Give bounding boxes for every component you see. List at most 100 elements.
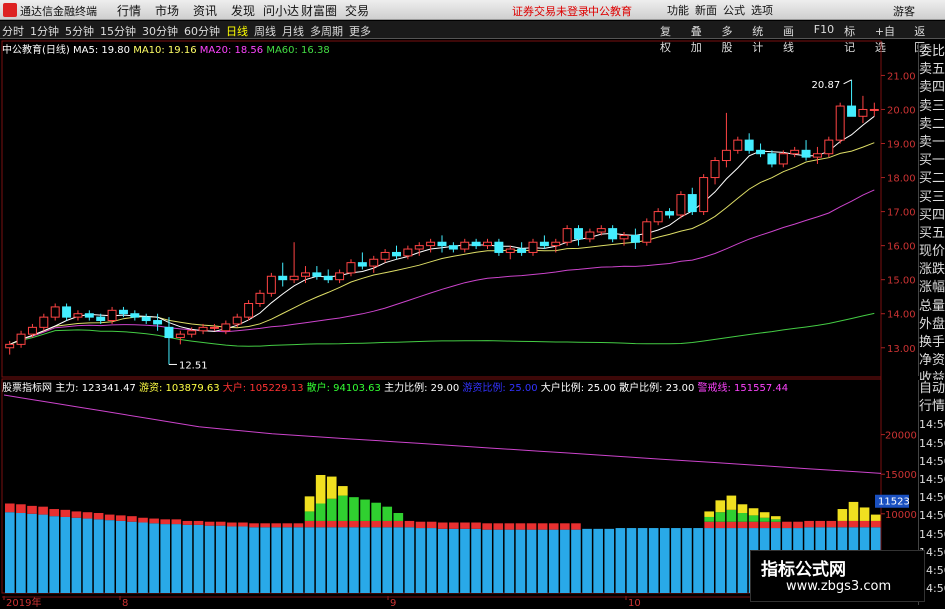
candle-body-30 <box>346 262 356 274</box>
side-label-1[interactable]: 卖五 <box>919 61 945 79</box>
candle-body-4 <box>50 306 60 318</box>
side-label-16[interactable]: 换手 <box>919 334 945 352</box>
bar-big-67 <box>748 521 759 529</box>
bar-main-26 <box>293 527 304 593</box>
side-label-17[interactable]: 净资 <box>919 352 945 370</box>
high-pointer <box>843 79 852 85</box>
bar-big-63 <box>704 521 714 529</box>
bar-main-41 <box>460 528 470 593</box>
side-label-13[interactable]: 涨幅 <box>919 279 945 297</box>
side-label-2[interactable]: 卖四 <box>919 79 945 97</box>
side-time-5: 14:50 <box>919 509 945 523</box>
bar-big-30 <box>338 520 348 528</box>
bar-big-19 <box>215 521 226 526</box>
candle-body-65 <box>744 139 754 151</box>
side-label-6[interactable]: 买一 <box>919 152 945 170</box>
bar-main-17 <box>193 524 204 593</box>
bar-main-7 <box>82 518 93 593</box>
bar-main-21 <box>238 526 248 593</box>
side-label-15[interactable]: 外盘 <box>919 316 945 334</box>
bar-main-13 <box>149 523 159 593</box>
bar-big-20 <box>227 522 237 527</box>
side-label-0[interactable]: 委比 <box>919 43 945 61</box>
bar-big-74 <box>826 520 837 528</box>
side-label-12[interactable]: 涨跌 <box>919 261 945 279</box>
bar-hot-67 <box>748 508 759 516</box>
bar-main-34 <box>382 527 393 593</box>
bar-main-36 <box>404 527 415 593</box>
bar-big-8 <box>93 513 104 520</box>
price-tick-label-3: 18.00 <box>887 174 916 185</box>
bar-retail-28 <box>315 503 326 521</box>
candle-body-43 <box>494 241 504 253</box>
candle-body-7 <box>84 313 94 318</box>
candle-body-51 <box>585 231 595 240</box>
bar-big-25 <box>282 523 293 528</box>
bar-big-35 <box>393 520 404 528</box>
candle-body-66 <box>756 149 766 155</box>
candle-body-71 <box>812 153 822 158</box>
side2-label-0[interactable]: 自动 <box>919 380 945 398</box>
side-time-4: 14:50 <box>919 491 945 505</box>
side-label-11[interactable]: 现价 <box>919 243 945 261</box>
candle-body-29 <box>335 272 345 281</box>
side-label-3[interactable]: 卖三 <box>919 98 945 116</box>
side2-label-1[interactable]: 行情 <box>919 398 945 416</box>
side-label-8[interactable]: 买三 <box>919 189 945 207</box>
bar-main-66 <box>737 528 748 593</box>
candle-body-54 <box>619 234 629 240</box>
bar-big-9 <box>104 514 115 521</box>
bar-main-47 <box>526 529 537 593</box>
side-label-7[interactable]: 买二 <box>919 170 945 188</box>
bar-main-45 <box>504 529 515 593</box>
candle-body-23 <box>266 275 276 294</box>
candle-body-69 <box>790 149 800 155</box>
bar-main-40 <box>449 528 459 593</box>
bar-main-4 <box>49 516 60 593</box>
bar-big-31 <box>349 520 359 528</box>
bar-main-51 <box>571 529 581 593</box>
bar-big-41 <box>460 522 470 529</box>
bar-main-55 <box>615 528 626 593</box>
side-label-14[interactable]: 总量 <box>919 298 945 316</box>
candle-body-74 <box>847 105 857 117</box>
kline-chart[interactable]: 21.00 20.00 19.00 18.00 17.00 16.00 15.00 14.00… <box>0 0 945 609</box>
bar-main-44 <box>493 529 504 593</box>
candle-body-36 <box>414 245 424 250</box>
side-time-0: 14:50 <box>919 418 945 432</box>
side-label-4[interactable]: 卖二 <box>919 116 945 134</box>
bar-main-11 <box>127 521 137 593</box>
price-panel-border <box>1 40 882 378</box>
price-tick-label-0: 21.00 <box>887 71 916 82</box>
side-label-10[interactable]: 买五 <box>919 225 945 243</box>
bar-main-49 <box>548 529 559 593</box>
bar-main-39 <box>437 528 448 593</box>
bar-retail-68 <box>759 517 770 522</box>
x-tick-label-1: 8 <box>122 598 128 609</box>
side-label-5[interactable]: 卖一 <box>919 134 945 152</box>
candle-body-56 <box>642 221 652 243</box>
candle-body-14 <box>164 326 174 339</box>
candle-body-70 <box>801 149 811 158</box>
side-label-9[interactable]: 买四 <box>919 207 945 225</box>
bar-main-18 <box>204 525 215 593</box>
bar-main-15 <box>171 524 182 593</box>
bar-hot-76 <box>848 501 859 521</box>
bar-main-64 <box>715 528 726 593</box>
bar-big-71 <box>793 521 803 529</box>
bar-main-23 <box>260 527 270 593</box>
bar-hot-78 <box>870 514 881 521</box>
candle-body-76 <box>869 108 879 111</box>
bar-main-28 <box>315 527 326 593</box>
candle-body-18 <box>209 326 219 329</box>
bar-big-68 <box>759 521 770 529</box>
candle-body-31 <box>357 262 367 267</box>
candle-body-60 <box>687 194 697 213</box>
candle-body-39 <box>448 245 458 250</box>
candle-body-27 <box>312 272 322 277</box>
candle-body-15 <box>175 333 185 339</box>
price-tick-label-2: 19.00 <box>887 140 916 151</box>
candle-body-55 <box>630 234 640 243</box>
candle-body-17 <box>198 326 208 332</box>
bar-main-62 <box>693 528 703 593</box>
